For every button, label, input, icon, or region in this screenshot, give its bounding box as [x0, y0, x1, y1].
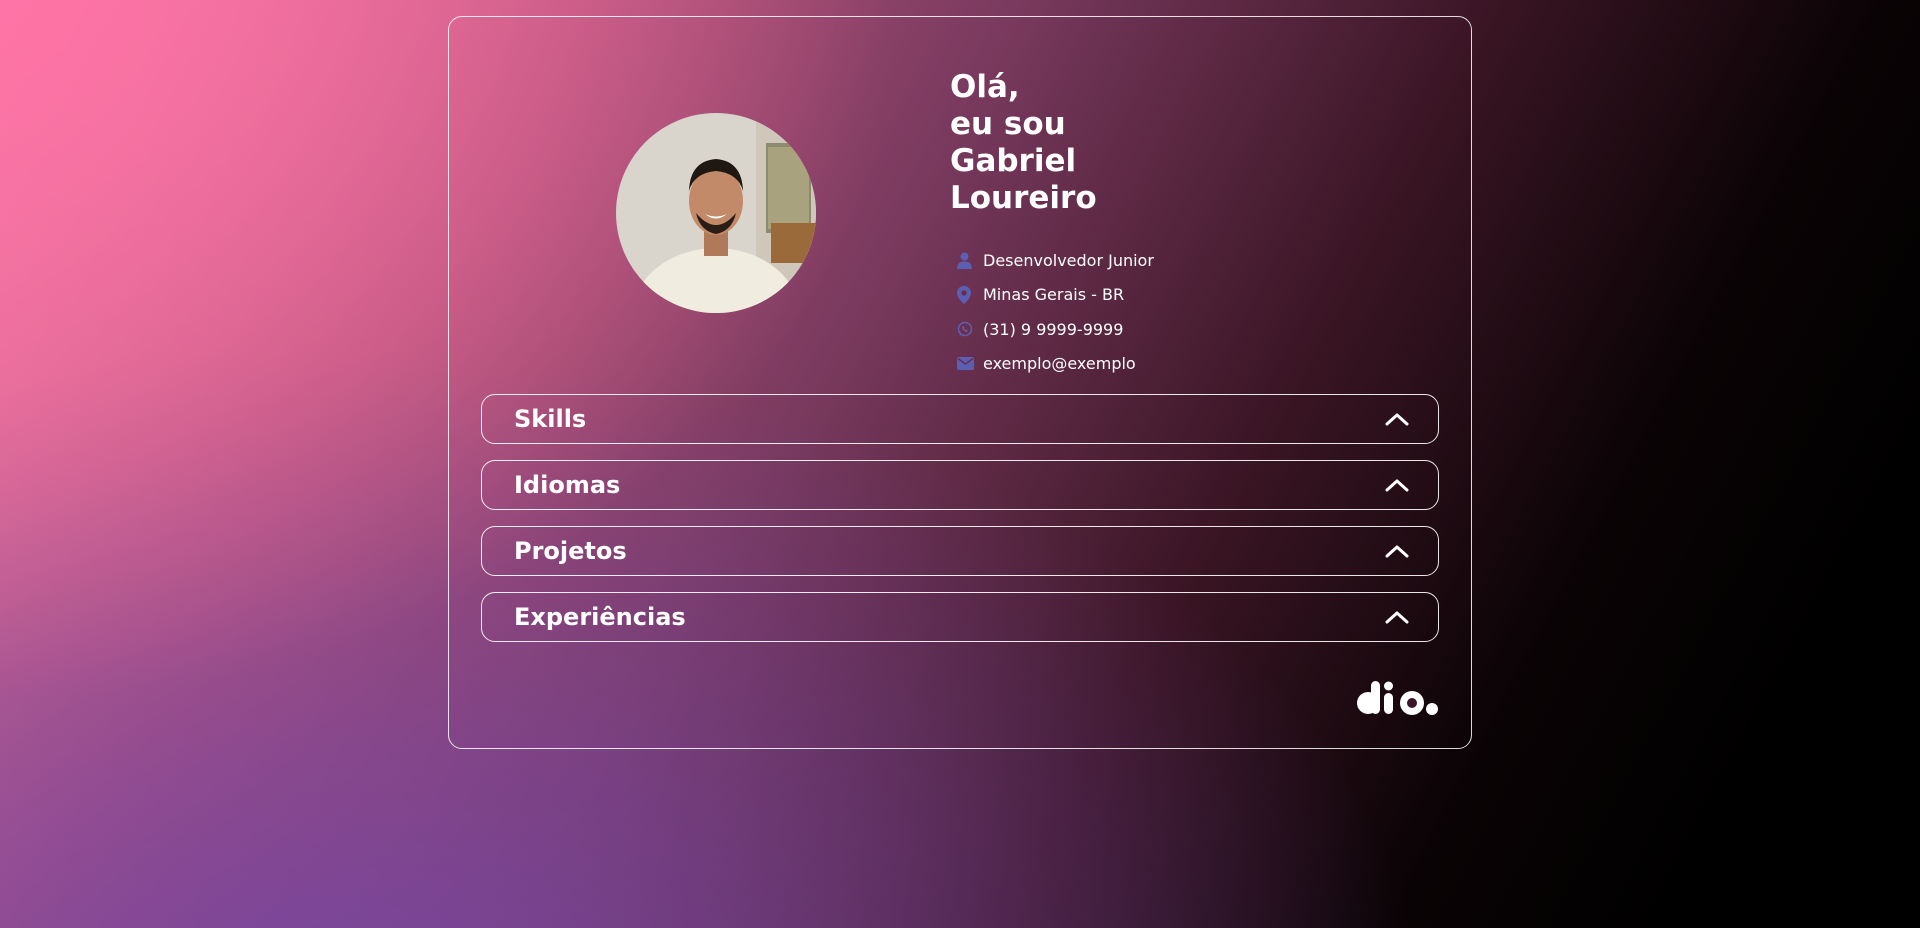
info-text: (31) 9 9999-9999: [983, 319, 1124, 339]
greeting-line: eu sou: [950, 106, 1066, 142]
info-text: Minas Gerais - BR: [983, 285, 1125, 305]
accordion-experiencias[interactable]: Experiências: [481, 592, 1439, 642]
avatar-photo: [616, 113, 816, 313]
greeting-line: Gabriel: [950, 143, 1077, 179]
info-email: exemplo@exemplo: [957, 347, 1154, 382]
greeting-heading: Olá, eu sou Gabriel Loureiro: [950, 69, 1097, 217]
accordion-idiomas[interactable]: Idiomas: [481, 460, 1439, 510]
accordion-skills[interactable]: Skills: [481, 394, 1439, 444]
envelope-icon: [957, 355, 979, 373]
accordion-title: Idiomas: [514, 471, 621, 499]
chevron-up-icon[interactable]: [1384, 609, 1410, 625]
chevron-up-icon[interactable]: [1384, 411, 1410, 427]
dio-logo: [1357, 681, 1438, 715]
accordion-title: Experiências: [514, 603, 686, 631]
accordion-list: Skills Idiomas Projetos Experiências: [481, 394, 1439, 658]
whatsapp-icon: [957, 320, 979, 338]
contact-info: Desenvolvedor Junior Minas Gerais - BR (…: [957, 243, 1154, 381]
accordion-title: Projetos: [514, 537, 627, 565]
avatar: [616, 113, 816, 313]
chevron-up-icon[interactable]: [1384, 543, 1410, 559]
greeting-line: Loureiro: [950, 180, 1097, 216]
info-phone: (31) 9 9999-9999: [957, 312, 1154, 347]
accordion-projetos[interactable]: Projetos: [481, 526, 1439, 576]
greeting-line: Olá,: [950, 69, 1020, 105]
profile-card: Olá, eu sou Gabriel Loureiro Desenvolved…: [448, 16, 1472, 749]
accordion-title: Skills: [514, 405, 587, 433]
chevron-up-icon[interactable]: [1384, 477, 1410, 493]
user-icon: [957, 251, 979, 269]
info-text: exemplo@exemplo: [983, 354, 1136, 374]
location-pin-icon: [957, 285, 979, 304]
info-location: Minas Gerais - BR: [957, 278, 1154, 313]
info-role: Desenvolvedor Junior: [957, 243, 1154, 278]
info-text: Desenvolvedor Junior: [983, 250, 1154, 270]
